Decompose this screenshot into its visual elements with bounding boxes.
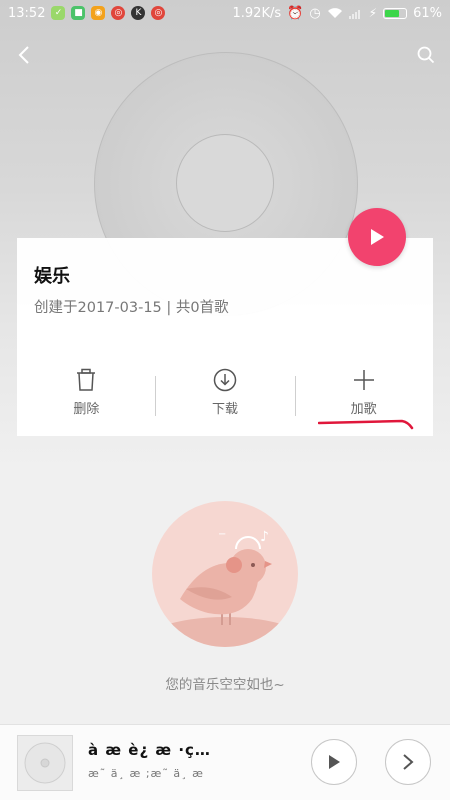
disc-center — [176, 134, 274, 232]
mini-player-subtitle: æ˜ ä¸ æ ;æ˜ ä¸ æ — [88, 767, 204, 780]
plus-icon — [353, 370, 374, 390]
play-icon — [329, 755, 340, 769]
back-button[interactable] — [12, 42, 36, 68]
empty-state-illustration: ♪ − — [152, 501, 298, 647]
mini-player-title: à æ è¿ æ ·ç… — [88, 741, 211, 759]
trash-icon — [77, 368, 96, 391]
svg-text:−: − — [218, 529, 226, 540]
mini-player-cover[interactable] — [17, 735, 73, 791]
status-time: 13:52 — [8, 5, 46, 21]
download-icon — [213, 368, 237, 392]
status-bar: 13:52 ✓ ■ ◉ ◎ K ◎ 1.92K/s ⏰ ◷ ⚡ 61% — [0, 0, 450, 26]
charging-icon: ⚡ — [368, 6, 378, 20]
playlist-meta: 创建于2017-03-15 | 共0首歌 — [34, 300, 229, 316]
search-button[interactable] — [414, 42, 438, 68]
next-icon — [403, 754, 414, 770]
svg-text:♪: ♪ — [260, 529, 269, 545]
weibo-icon-2: ◎ — [151, 6, 166, 20]
mini-player[interactable]: à æ è¿ æ ·ç… æ˜ ä¸ æ ;æ˜ ä¸ æ — [0, 724, 450, 800]
alarm-off-icon: ⏰ — [287, 5, 304, 21]
add-song-label: 加歌 — [350, 402, 377, 417]
mini-next-button[interactable] — [385, 739, 431, 785]
k-app-icon: K — [131, 6, 146, 20]
playlist-info-card: 娱乐 创建于2017-03-15 | 共0首歌 删除 下载 加歌 — [17, 238, 433, 436]
playlist-title: 娱乐 — [34, 266, 70, 287]
search-icon — [417, 46, 435, 64]
back-icon — [18, 46, 29, 64]
empty-state-text: 您的音乐空空如也~ — [165, 677, 285, 693]
lock-app-icon: ■ — [71, 6, 86, 20]
weibo-icon: ◎ — [111, 6, 126, 20]
network-speed: 1.92K/s — [232, 5, 282, 21]
wifi-icon — [327, 8, 342, 18]
battery-icon — [383, 7, 408, 19]
app-notification-icon-2: ◉ — [91, 6, 106, 20]
disc-icon — [24, 742, 66, 784]
add-song-button[interactable]: 加歌 — [294, 368, 433, 423]
signal-icon — [348, 10, 360, 19]
annotation-underline — [318, 419, 414, 430]
play-all-button[interactable] — [348, 208, 406, 266]
download-button[interactable]: 下载 — [156, 368, 295, 423]
download-label: 下载 — [212, 402, 239, 417]
mini-play-button[interactable] — [311, 739, 357, 785]
delete-button[interactable]: 删除 — [17, 368, 156, 423]
delete-label: 删除 — [73, 402, 100, 417]
battery-percent: 61% — [413, 5, 442, 21]
play-icon — [371, 229, 384, 245]
clock-icon: ◷ — [309, 5, 321, 21]
app-notification-icon: ✓ — [51, 6, 66, 20]
bird-icon: ♪ − — [152, 529, 298, 647]
playlist-actions: 删除 下载 加歌 — [17, 368, 433, 423]
